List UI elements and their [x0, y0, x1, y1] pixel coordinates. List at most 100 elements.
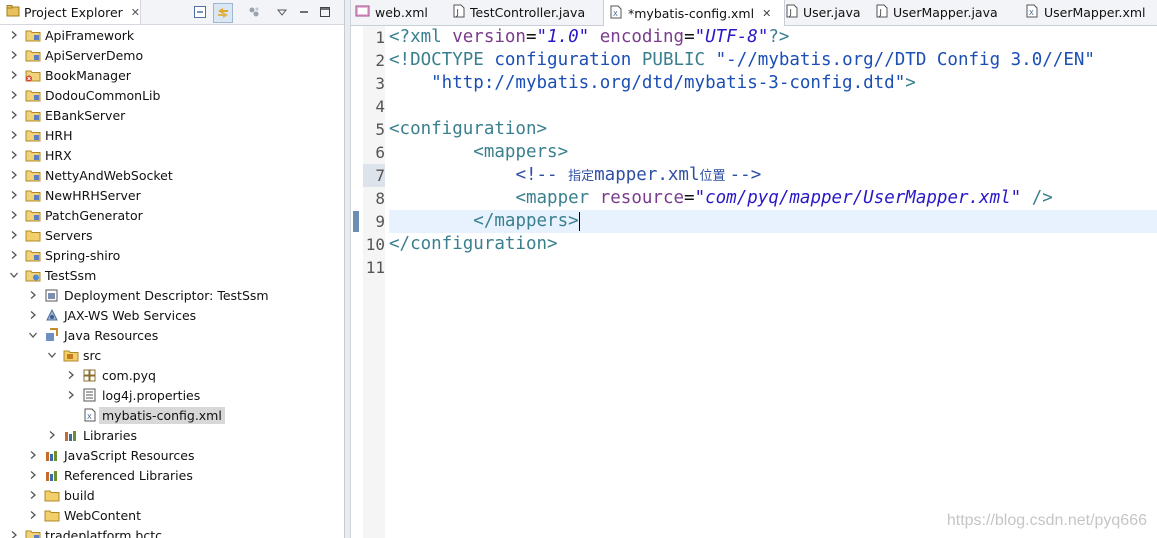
close-icon[interactable]: ✕	[131, 6, 140, 19]
tree-item-tradeplatform-bctc[interactable]: tradeplatform.bctc	[0, 525, 344, 538]
tree-item-ebankserver[interactable]: EBankServer	[0, 105, 344, 125]
editor-tab-mybatis-config-xml[interactable]: X *mybatis-config.xml ✕	[603, 0, 785, 26]
maximize-icon[interactable]	[316, 3, 334, 21]
tree-item-jax-ws-web-services[interactable]: JAX-WS Web Services	[0, 305, 344, 325]
tree-item-hrx[interactable]: HRX	[0, 145, 344, 165]
editor-tab-usermapper-xml[interactable]: X UserMapper.xml	[1020, 0, 1154, 25]
tree-item-referenced-libraries[interactable]: Referenced Libraries	[0, 465, 344, 485]
chevron-right-icon[interactable]	[65, 389, 77, 401]
tree-item-build[interactable]: build	[0, 485, 344, 505]
chevron-right-icon[interactable]	[8, 29, 20, 41]
chevron-right-icon[interactable]	[27, 509, 39, 521]
minimize-icon[interactable]	[295, 3, 313, 21]
line-number: 2	[375, 51, 385, 70]
chevron-right-icon[interactable]	[8, 229, 20, 241]
tree-item-com-pyq[interactable]: com.pyq	[0, 365, 344, 385]
tree-item-patchgenerator[interactable]: PatchGenerator	[0, 205, 344, 225]
tree-item-mybatis-config-xml[interactable]: Xmybatis-config.xml	[0, 405, 344, 425]
tree-item-hrh[interactable]: HRH	[0, 125, 344, 145]
code-line[interactable]: <?xml version="1.0" encoding="UTF-8"?>	[389, 26, 1157, 49]
tree-item-webcontent[interactable]: WebContent	[0, 505, 344, 525]
chevron-right-icon[interactable]	[8, 189, 20, 201]
tree-item-src[interactable]: src	[0, 345, 344, 365]
chevron-right-icon[interactable]	[8, 529, 20, 538]
xml-editor[interactable]: <?xml version="1.0" encoding="UTF-8"?> <!…	[351, 26, 1157, 538]
chevron-right-icon[interactable]	[8, 129, 20, 141]
tree-item-testssm[interactable]: TestSsm	[0, 265, 344, 285]
code-line[interactable]: <configuration>	[389, 118, 1157, 141]
chevron-right-icon[interactable]	[27, 469, 39, 481]
tree-item-deployment-descriptor-testssm[interactable]: Deployment Descriptor: TestSsm	[0, 285, 344, 305]
tree-item-apiframework[interactable]: ApiFramework	[0, 25, 344, 45]
tree-item-java-resources[interactable]: Java Resources	[0, 325, 344, 345]
tree-item-libraries[interactable]: Libraries	[0, 425, 344, 445]
tree-item-javascript-resources[interactable]: JavaScript Resources	[0, 445, 344, 465]
code-token: =	[525, 27, 537, 47]
tree-item-apiserverdemo[interactable]: ApiServerDemo	[0, 45, 344, 65]
xml-file-icon: X	[82, 407, 98, 423]
focus-icon[interactable]	[245, 3, 263, 21]
code-token: =	[684, 188, 695, 208]
chevron-right-icon[interactable]	[27, 489, 39, 501]
code-token: PUBLIC	[641, 50, 716, 70]
tree-item-spring-shiro[interactable]: Spring-shiro	[0, 245, 344, 265]
code-token: ?>	[768, 27, 790, 47]
project-folder-icon	[25, 107, 41, 123]
chevron-right-icon[interactable]	[27, 289, 39, 301]
chevron-right-icon[interactable]	[8, 209, 20, 221]
link-with-editor-icon[interactable]	[213, 3, 233, 23]
chevron-right-icon[interactable]	[8, 149, 20, 161]
project-explorer-icon	[6, 4, 20, 21]
editor-tab-user-java[interactable]: J User.java	[781, 0, 873, 25]
chevron-right-icon[interactable]	[8, 69, 20, 81]
tree-item-bookmanager[interactable]: BookManager	[0, 65, 344, 85]
project-explorer-tab[interactable]: Project Explorer ✕	[0, 0, 141, 24]
close-tab-icon[interactable]: ✕	[762, 7, 771, 20]
code-line[interactable]: <!-- 指定mapper.xml位置 -->	[389, 164, 1157, 187]
chevron-right-icon[interactable]	[8, 169, 20, 181]
chevron-down-icon[interactable]	[8, 269, 20, 281]
chevron-right-icon[interactable]	[27, 449, 39, 461]
project-folder-icon	[25, 27, 41, 43]
chevron-right-icon[interactable]	[8, 249, 20, 261]
chevron-down-icon[interactable]	[27, 329, 39, 341]
chevron-right-icon[interactable]	[27, 309, 39, 321]
chevron-down-icon[interactable]	[46, 349, 58, 361]
project-error-icon	[25, 67, 41, 83]
code-line[interactable]: <!DOCTYPE configuration PUBLIC "-//mybat…	[389, 49, 1157, 72]
tree-item-label: src	[83, 347, 102, 363]
code-token: "com/pyq/mapper/UserMapper.xml"	[694, 188, 1022, 208]
project-folder-icon	[25, 127, 41, 143]
tree-item-label: tradeplatform.bctc	[45, 527, 162, 538]
chevron-right-icon[interactable]	[46, 429, 58, 441]
svg-text:J: J	[456, 8, 459, 17]
code-line[interactable]	[389, 95, 1157, 118]
collapse-all-icon[interactable]	[191, 3, 209, 21]
tree-item-newhrhserver[interactable]: NewHRHServer	[0, 185, 344, 205]
package-icon	[82, 367, 98, 383]
code-line[interactable]	[389, 256, 1157, 279]
code-line[interactable]: "http://mybatis.org/dtd/mybatis-3-config…	[389, 72, 1157, 95]
code-line[interactable]: <mappers>	[389, 141, 1157, 164]
chevron-right-icon[interactable]	[65, 369, 77, 381]
code-token: <?xml	[389, 27, 453, 47]
chevron-right-icon[interactable]	[8, 49, 20, 61]
tree-item-nettyandwebsocket[interactable]: NettyAndWebSocket	[0, 165, 344, 185]
code-line[interactable]: </mappers>	[389, 210, 1157, 233]
tree-item-label: JavaScript Resources	[64, 447, 195, 463]
tree-item-log4j-properties[interactable]: log4j.properties	[0, 385, 344, 405]
editor-tab-testcontroller-java[interactable]: J TestController.java	[448, 0, 604, 25]
editor-tab-usermapper-java[interactable]: J UserMapper.java	[871, 0, 1022, 25]
view-menu-icon[interactable]	[273, 3, 291, 21]
chevron-right-icon[interactable]	[8, 109, 20, 121]
line-number: 6	[375, 143, 385, 162]
code-line[interactable]: </configuration>	[389, 233, 1157, 256]
line-number: 8	[375, 189, 385, 208]
tree-item-dodoucommonlib[interactable]: DodouCommonLib	[0, 85, 344, 105]
editor-tab-web-xml[interactable]: web.xml	[351, 0, 450, 25]
chevron-right-icon[interactable]	[8, 89, 20, 101]
code-line[interactable]: <mapper resource="com/pyq/mapper/UserMap…	[389, 187, 1157, 210]
tree-item-servers[interactable]: Servers	[0, 225, 344, 245]
project-folder-icon	[25, 527, 41, 538]
